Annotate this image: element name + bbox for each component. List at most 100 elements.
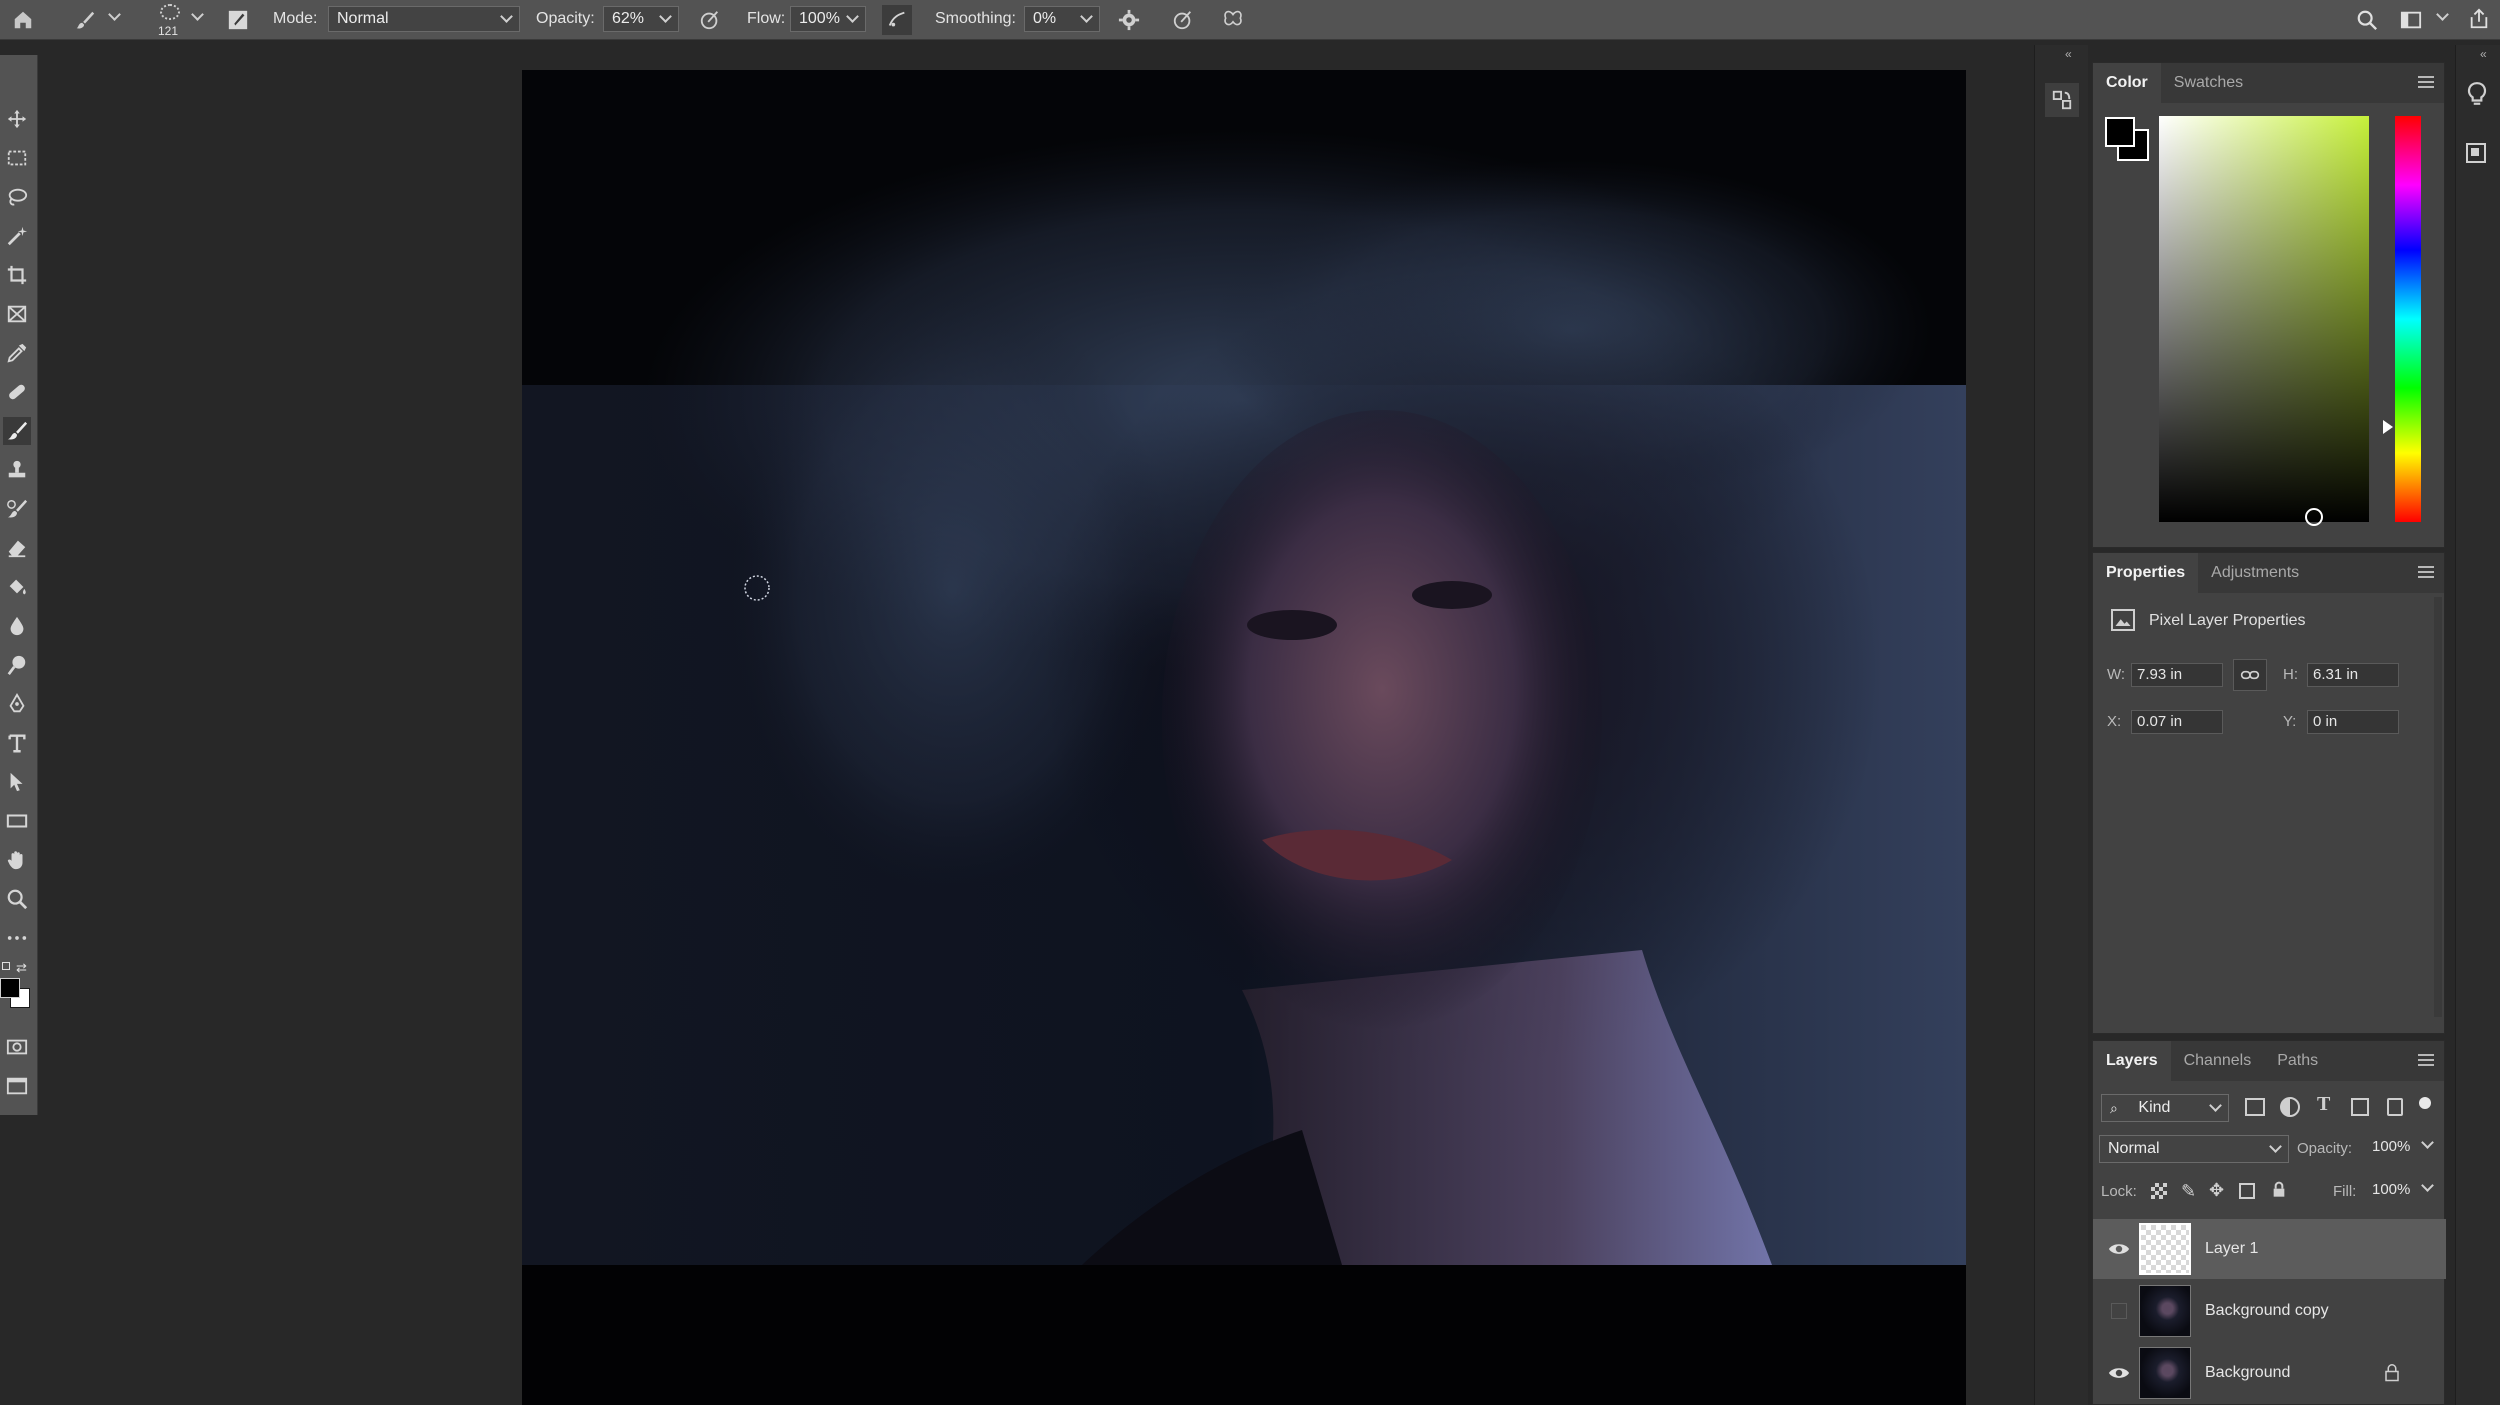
brush-tool-preset-icon[interactable]	[70, 8, 100, 32]
paint-bucket-tool-icon[interactable]	[3, 573, 31, 601]
brush-preset-chevron-icon[interactable]	[108, 8, 121, 21]
workspace-icon[interactable]	[2398, 8, 2424, 32]
tab-swatches[interactable]: Swatches	[2161, 63, 2256, 103]
clone-stamp-tool-icon[interactable]	[3, 456, 31, 484]
libraries-icon[interactable]	[2464, 141, 2494, 171]
fill-field[interactable]: 100%	[2367, 1179, 2415, 1203]
panel-menu-icon[interactable]	[2418, 76, 2434, 88]
properties-scrollbar[interactable]	[2434, 597, 2442, 1017]
tab-properties[interactable]: Properties	[2093, 553, 2199, 593]
y-label: Y:	[2283, 713, 2297, 730]
brush-tool-icon[interactable]	[3, 417, 31, 445]
layer-row-background-copy[interactable]: Background copy	[2093, 1281, 2446, 1341]
width-field[interactable]: 7.93 in	[2131, 663, 2223, 687]
collapse-right-icon[interactable]: «	[2480, 47, 2487, 61]
opacity-field[interactable]: 62%	[603, 6, 679, 32]
workspace-chevron-icon[interactable]	[2436, 8, 2449, 21]
filter-pixel-icon[interactable]	[2245, 1098, 2265, 1116]
search-icon[interactable]	[2354, 8, 2380, 32]
panel-menu-icon[interactable]	[2418, 1054, 2434, 1066]
pressure-opacity-icon[interactable]	[697, 8, 723, 32]
mode-dropdown[interactable]: Normal	[328, 6, 520, 32]
eye-icon[interactable]	[2107, 1361, 2131, 1385]
pen-tool-icon[interactable]	[3, 690, 31, 718]
share-icon[interactable]	[2466, 6, 2492, 32]
tab-color[interactable]: Color	[2093, 63, 2161, 103]
lock-all-icon[interactable]	[2271, 1181, 2285, 1199]
foreground-background-colors[interactable]: ⇄	[0, 960, 36, 1018]
more-tools-icon[interactable]	[3, 924, 31, 952]
filter-toggle-icon[interactable]	[2419, 1097, 2431, 1109]
symmetry-butterfly-icon[interactable]	[1220, 8, 1246, 32]
filter-shape-icon[interactable]	[2351, 1098, 2369, 1116]
quick-mask-icon[interactable]	[3, 1033, 31, 1061]
swap-colors-icon[interactable]: ⇄	[16, 960, 27, 976]
learn-lightbulb-icon[interactable]	[2464, 81, 2494, 111]
marquee-tool-icon[interactable]	[3, 144, 31, 172]
dodge-tool-icon[interactable]	[3, 651, 31, 679]
panel-menu-icon[interactable]	[2418, 566, 2434, 578]
blur-tool-icon[interactable]	[3, 612, 31, 640]
visibility-toggle[interactable]	[2107, 1299, 2131, 1323]
filter-smart-object-icon[interactable]	[2387, 1098, 2403, 1116]
eye-icon[interactable]	[2107, 1237, 2131, 1261]
color-picker-handle[interactable]	[2305, 508, 2323, 526]
screen-mode-icon[interactable]	[3, 1072, 31, 1100]
lasso-tool-icon[interactable]	[3, 183, 31, 211]
default-colors-icon[interactable]	[2, 962, 10, 970]
opacity-chevron-icon[interactable]	[2421, 1136, 2434, 1149]
document-canvas[interactable]	[522, 70, 1966, 1405]
tab-adjustments[interactable]: Adjustments	[2198, 553, 2312, 593]
y-position-field[interactable]: 0 in	[2307, 710, 2399, 734]
type-tool-icon[interactable]	[3, 729, 31, 757]
layer-row-background[interactable]: Background	[2093, 1343, 2446, 1403]
lock-image-pixels-icon[interactable]: ✎	[2181, 1181, 2196, 1202]
layer-filter-dropdown[interactable]: ⌕ Kind	[2101, 1094, 2229, 1122]
smoothing-field[interactable]: 0%	[1024, 6, 1100, 32]
healing-brush-tool-icon[interactable]	[3, 378, 31, 406]
tab-paths[interactable]: Paths	[2264, 1041, 2331, 1081]
layer-row-layer-1[interactable]: Layer 1	[2093, 1219, 2446, 1279]
hue-slider[interactable]	[2383, 116, 2421, 522]
brush-size-picker[interactable]: 121	[150, 2, 190, 38]
lock-label: Lock:	[2101, 1183, 2137, 1200]
foreground-color-swatch[interactable]	[0, 978, 20, 998]
pressure-size-icon[interactable]	[1170, 8, 1196, 32]
foreground-color-swatch[interactable]	[2105, 117, 2135, 147]
height-field[interactable]: 6.31 in	[2307, 663, 2399, 687]
lock-transparent-pixels-icon[interactable]	[2151, 1183, 2167, 1199]
fg-bg-color-picker[interactable]	[2105, 117, 2151, 163]
blend-mode-dropdown[interactable]: Normal	[2099, 1135, 2289, 1163]
hand-tool-icon[interactable]	[3, 846, 31, 874]
collapse-panels-icon[interactable]: «	[2065, 47, 2072, 61]
tab-layers[interactable]: Layers	[2093, 1041, 2171, 1081]
hue-slider-handle[interactable]	[2383, 420, 2393, 434]
x-position-field[interactable]: 0.07 in	[2131, 710, 2223, 734]
airbrush-icon[interactable]	[882, 5, 912, 35]
path-selection-tool-icon[interactable]	[3, 768, 31, 796]
eyedropper-tool-icon[interactable]	[3, 339, 31, 367]
brush-size-chevron-icon[interactable]	[191, 8, 204, 21]
quick-selection-tool-icon[interactable]	[3, 222, 31, 250]
gear-icon[interactable]	[1116, 8, 1142, 32]
eraser-tool-icon[interactable]	[3, 534, 31, 562]
crop-tool-icon[interactable]	[3, 261, 31, 289]
rectangle-tool-icon[interactable]	[3, 807, 31, 835]
link-dimensions-icon[interactable]	[2233, 659, 2267, 691]
history-panel-icon[interactable]	[2045, 83, 2079, 117]
home-icon[interactable]	[10, 8, 36, 32]
history-brush-tool-icon[interactable]	[3, 495, 31, 523]
layer-opacity-field[interactable]: 100%	[2367, 1136, 2415, 1160]
flow-field[interactable]: 100%	[790, 6, 866, 32]
lock-artboard-icon[interactable]	[2239, 1183, 2255, 1199]
move-tool-icon[interactable]	[3, 105, 31, 133]
zoom-tool-icon[interactable]	[3, 885, 31, 913]
lock-position-icon[interactable]: ✥	[2209, 1180, 2224, 1201]
filter-type-icon[interactable]: T	[2317, 1093, 2330, 1116]
tab-channels[interactable]: Channels	[2171, 1041, 2265, 1081]
brush-settings-panel-icon[interactable]	[225, 8, 251, 32]
fill-chevron-icon[interactable]	[2421, 1179, 2434, 1192]
saturation-brightness-field[interactable]	[2159, 116, 2369, 526]
filter-adjustment-icon[interactable]	[2280, 1097, 2300, 1117]
frame-tool-icon[interactable]	[3, 300, 31, 328]
